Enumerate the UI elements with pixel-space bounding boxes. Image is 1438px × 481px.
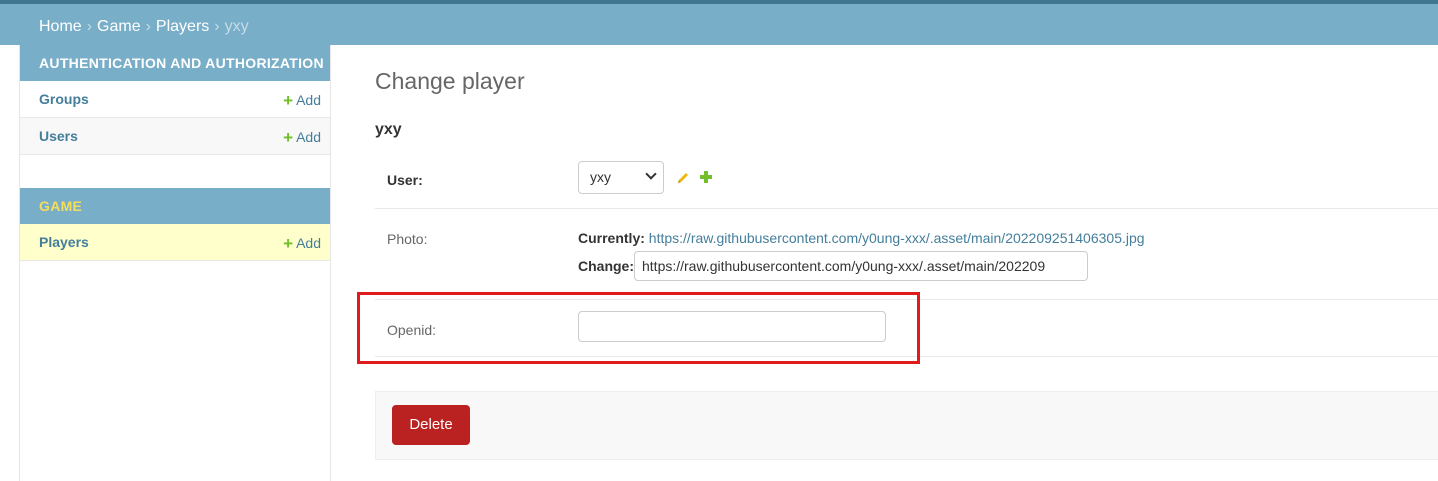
add-label: Add	[296, 129, 321, 145]
add-group-button[interactable]: + Add	[283, 91, 321, 111]
chevron-down-icon	[645, 168, 657, 180]
change-label: Change:	[578, 258, 634, 274]
add-user-button[interactable]: + Add	[283, 128, 321, 148]
add-related-user-icon[interactable]	[699, 170, 713, 189]
photo-change-input[interactable]: https://raw.githubusercontent.com/y0ung-…	[634, 251, 1088, 281]
delete-button[interactable]: Delete	[392, 405, 470, 445]
breadcrumb-players[interactable]: Players	[156, 18, 209, 35]
breadcrumb-game[interactable]: Game	[97, 18, 141, 35]
user-label: User:	[387, 172, 423, 188]
breadcrumb-separator: ›	[214, 18, 220, 35]
submit-row	[375, 391, 1438, 460]
sidebar-item-players: Players + Add	[20, 224, 330, 261]
user-select[interactable]: yxy	[578, 161, 664, 194]
user-select-value: yxy	[590, 169, 611, 185]
photo-currently: Currently: https://raw.githubusercontent…	[578, 230, 1145, 246]
sidebar-item-users: Users + Add	[20, 118, 330, 155]
sidebar-divider	[330, 45, 331, 481]
form-row-user: User:	[375, 150, 1438, 209]
sidebar-item-groups: Groups + Add	[20, 81, 330, 118]
add-label: Add	[296, 235, 321, 251]
photo-label: Photo:	[387, 231, 428, 247]
sidebar-item-users-link[interactable]: Users	[39, 128, 78, 144]
breadcrumb-home[interactable]: Home	[39, 18, 82, 35]
photo-change: Change:	[578, 258, 634, 274]
module-caption-auth[interactable]: AUTHENTICATION AND AUTHORIZATION	[20, 45, 330, 81]
page-title: Change player	[375, 68, 525, 94]
pencil-icon[interactable]	[676, 171, 690, 190]
header-bar: Home › Game › Players › yxy	[0, 0, 1438, 45]
breadcrumb-separator: ›	[86, 18, 93, 35]
currently-label: Currently:	[578, 230, 645, 246]
module-caption-game[interactable]: GAME	[20, 188, 330, 224]
plus-icon: +	[283, 234, 294, 253]
breadcrumb-current: yxy	[224, 18, 249, 35]
photo-current-link[interactable]: https://raw.githubusercontent.com/y0ung-…	[649, 230, 1145, 246]
add-player-button[interactable]: + Add	[283, 234, 321, 254]
add-label: Add	[296, 92, 321, 108]
highlight-annotation	[357, 292, 920, 364]
sidebar-item-groups-link[interactable]: Groups	[39, 91, 89, 107]
breadcrumb-separator: ›	[145, 18, 151, 35]
sidebar-item-players-link[interactable]: Players	[39, 234, 89, 250]
plus-icon: +	[283, 91, 294, 110]
plus-icon: +	[283, 128, 294, 147]
object-title: yxy	[375, 121, 402, 138]
breadcrumb: Home › Game › Players › yxy	[39, 18, 249, 36]
